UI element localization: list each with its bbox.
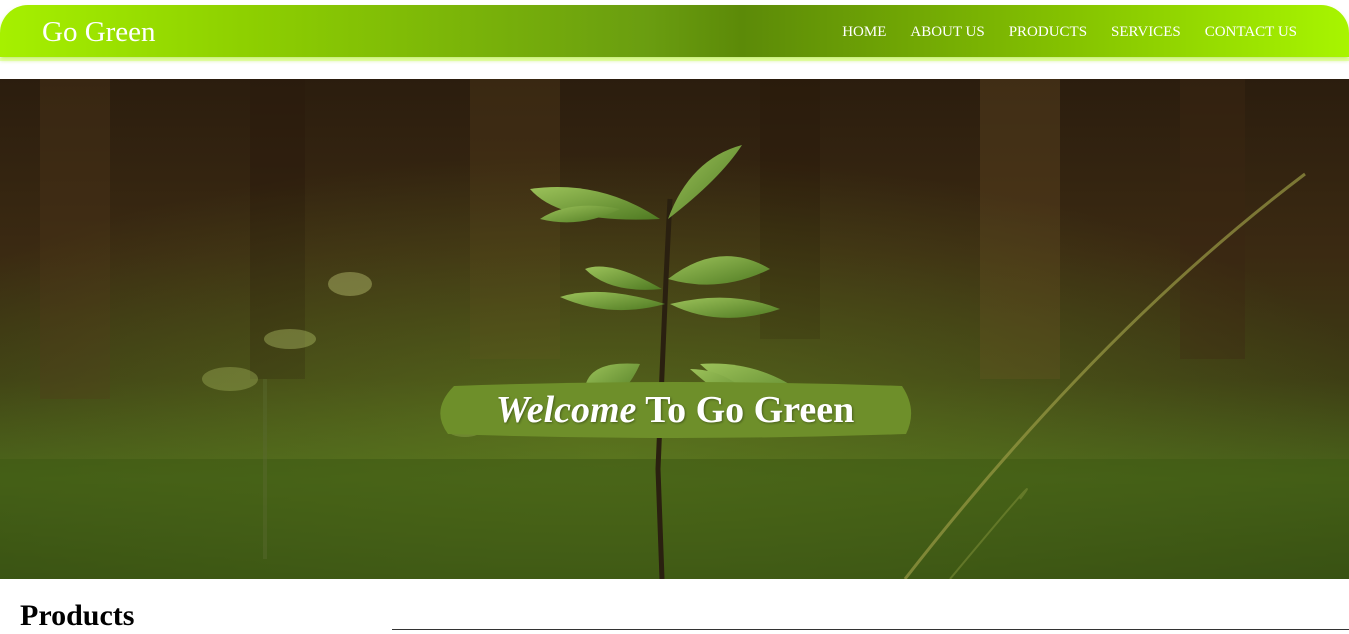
welcome-heading: Welcome To Go Green	[436, 382, 914, 438]
hero-image: Welcome To Go Green	[0, 79, 1349, 579]
main-nav: HOME ABOUT US PRODUCTS SERVICES CONTACT …	[842, 23, 1297, 41]
nav-services[interactable]: SERVICES	[1111, 23, 1181, 41]
brand-logo[interactable]: Go Green	[42, 16, 156, 48]
products-heading: Products	[20, 599, 135, 632]
welcome-banner: Welcome To Go Green	[436, 382, 914, 438]
nav-products[interactable]: PRODUCTS	[1009, 23, 1087, 41]
welcome-word: Welcome	[495, 389, 637, 431]
nav-contact-us[interactable]: CONTACT US	[1205, 23, 1297, 41]
section-divider	[392, 629, 1349, 630]
top-navbar: Go Green HOME ABOUT US PRODUCTS SERVICES…	[0, 5, 1349, 61]
nav-about-us[interactable]: ABOUT US	[910, 23, 984, 41]
welcome-rest: To Go Green	[636, 389, 855, 431]
seedling-illustration	[0, 79, 1349, 579]
nav-home[interactable]: HOME	[842, 23, 886, 41]
